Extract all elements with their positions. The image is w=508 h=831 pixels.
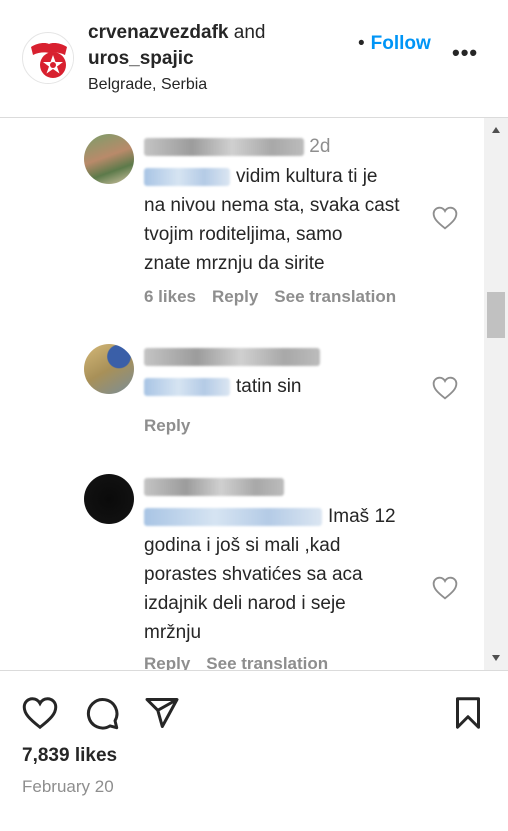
commenter-avatar[interactable] bbox=[84, 474, 134, 524]
comment-text-line: mržnju bbox=[144, 622, 202, 643]
comments-list: 2d vidim kultura ti je na nivou nema sta… bbox=[0, 118, 508, 670]
more-options-button[interactable]: ••• bbox=[452, 40, 478, 66]
like-comment-icon[interactable] bbox=[432, 206, 458, 230]
see-translation-button[interactable]: See translation bbox=[274, 287, 396, 306]
comment-time: 2d bbox=[309, 136, 331, 157]
comment-icon[interactable] bbox=[84, 695, 120, 731]
header-title: crvenazvezdafk and uros_spajic bbox=[88, 20, 265, 72]
comment-item: 2d vidim kultura ti je na nivou nema sta… bbox=[0, 118, 480, 318]
comment-header: 2d bbox=[144, 136, 330, 158]
comment-likes[interactable]: 6 likes bbox=[144, 287, 196, 306]
blurred-username[interactable] bbox=[144, 137, 304, 156]
save-bookmark-icon[interactable] bbox=[450, 695, 486, 731]
and-text: and bbox=[233, 22, 266, 43]
comment-item: tatin sin Reply bbox=[0, 340, 480, 440]
post-actions: 7,839 likes February 20 bbox=[0, 670, 508, 831]
share-icon[interactable] bbox=[144, 695, 180, 731]
location-link[interactable]: Belgrade, Serbia bbox=[88, 76, 207, 94]
account2-link[interactable]: uros_spajic bbox=[88, 48, 194, 69]
comment-text-line: porastes shvatićes sa aca bbox=[144, 564, 363, 585]
scrollbar-thumb[interactable] bbox=[487, 292, 505, 338]
comment-meta: Reply See translation bbox=[144, 654, 344, 670]
commenter-avatar[interactable] bbox=[84, 134, 134, 184]
club-avatar[interactable] bbox=[22, 32, 74, 84]
comment-text-line: izdajnik deli narod i seje bbox=[144, 593, 346, 614]
blurred-mention[interactable] bbox=[144, 167, 230, 186]
comment-meta: 6 likes Reply See translation bbox=[144, 287, 412, 307]
blurred-mention[interactable] bbox=[144, 507, 322, 526]
comment-text-line: godina i još si mali ,kad bbox=[144, 535, 341, 556]
comment-header bbox=[144, 346, 320, 368]
comment-text: Imaš 12 godina i još si mali ,kad porast… bbox=[144, 502, 429, 647]
reply-button[interactable]: Reply bbox=[144, 416, 190, 435]
like-comment-icon[interactable] bbox=[432, 576, 458, 600]
follow-button[interactable]: • Follow bbox=[358, 33, 431, 55]
reply-button[interactable]: Reply bbox=[144, 654, 190, 670]
see-translation-button[interactable]: See translation bbox=[206, 654, 328, 670]
reply-button[interactable]: Reply bbox=[212, 287, 258, 306]
post-likes-count[interactable]: 7,839 likes bbox=[22, 745, 117, 767]
like-post-icon[interactable] bbox=[22, 695, 58, 731]
comment-text: tatin sin bbox=[144, 372, 429, 401]
commenter-avatar[interactable] bbox=[84, 344, 134, 394]
blurred-mention[interactable] bbox=[144, 377, 230, 396]
comment-text-line: vidim kultura ti je bbox=[236, 166, 378, 187]
comment-text-line: Imaš 12 bbox=[328, 506, 396, 527]
club-crest-icon bbox=[24, 34, 73, 83]
post-date[interactable]: February 20 bbox=[22, 777, 114, 797]
blurred-username[interactable] bbox=[144, 477, 284, 496]
comments-scrollbar[interactable] bbox=[484, 118, 508, 670]
blurred-username[interactable] bbox=[144, 347, 320, 366]
scroll-up-icon[interactable] bbox=[484, 118, 508, 142]
comment-text-line: tatin sin bbox=[236, 376, 302, 397]
account1-link[interactable]: crvenazvezdafk bbox=[88, 22, 228, 43]
separator-dot: • bbox=[358, 33, 365, 54]
scroll-down-icon[interactable] bbox=[484, 646, 508, 670]
comment-text: vidim kultura ti je na nivou nema sta, s… bbox=[144, 162, 429, 278]
comment-text-line: tvojim roditeljima, samo bbox=[144, 224, 343, 245]
comment-text-line: znate mrznju da sirite bbox=[144, 253, 325, 274]
comment-text-line: na nivou nema sta, svaka cast bbox=[144, 195, 400, 216]
comment-item: Imaš 12 godina i još si mali ,kad porast… bbox=[0, 470, 480, 670]
follow-label: Follow bbox=[370, 33, 431, 54]
comment-header bbox=[144, 476, 284, 498]
comment-meta: Reply bbox=[144, 416, 206, 436]
like-comment-icon[interactable] bbox=[432, 376, 458, 400]
post-header: crvenazvezdafk and uros_spajic Belgrade,… bbox=[0, 0, 508, 118]
